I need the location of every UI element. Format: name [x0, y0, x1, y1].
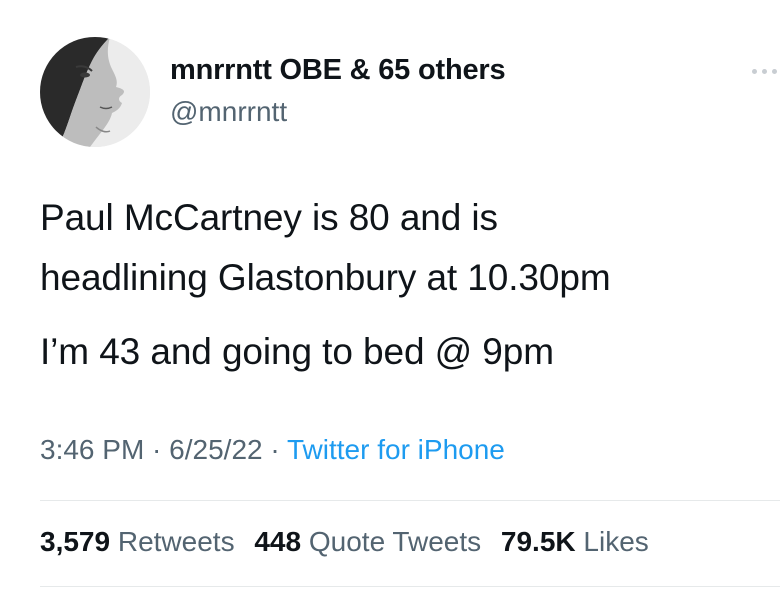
tweet-time[interactable]: 3:46 PM [40, 434, 144, 465]
meta-separator: · [144, 434, 170, 465]
author-display-name[interactable]: mnrrntt OBE & 65 others [170, 54, 506, 87]
meta-separator: · [262, 434, 287, 465]
profile-avatar[interactable] [40, 37, 150, 147]
more-options-icon[interactable] [750, 60, 780, 84]
more-dot [772, 69, 777, 74]
retweets-label: Retweets [117, 526, 235, 557]
likes-count: 79.5K [500, 526, 576, 557]
divider [40, 500, 780, 501]
more-dot [752, 69, 757, 74]
tweet-text-line: headlining Glastonbury at 10.30pm [40, 257, 611, 298]
tweet-metadata: 3:46 PM · 6/25/22 · Twitter for iPhone [40, 434, 505, 466]
likes-stat[interactable]: 79.5K Likes [501, 526, 649, 557]
retweets-stat[interactable]: 3,579 Retweets [40, 526, 235, 557]
retweets-count: 3,579 [40, 526, 111, 557]
quote-tweets-label: Quote Tweets [308, 526, 482, 557]
tweet-source-link[interactable]: Twitter for iPhone [287, 434, 505, 465]
likes-label: Likes [583, 526, 649, 557]
tweet-stats: 3,579 Retweets 448 Quote Tweets 79.5K Li… [40, 526, 649, 558]
more-dot [762, 69, 767, 74]
tweet-text-line: I’m 43 and going to bed @ 9pm [40, 331, 554, 372]
divider [40, 586, 780, 587]
tweet-date[interactable]: 6/25/22 [169, 434, 262, 465]
author-handle[interactable]: @mnrrntt [170, 96, 287, 128]
face-profile-icon [40, 37, 150, 147]
tweet-text-line: Paul McCartney is 80 and is [40, 197, 498, 238]
quote-tweets-count: 448 [254, 526, 302, 557]
quote-tweets-stat[interactable]: 448 Quote Tweets [254, 526, 481, 557]
tweet-card: mnrrntt OBE & 65 others @mnrrntt Paul Mc… [0, 0, 780, 592]
